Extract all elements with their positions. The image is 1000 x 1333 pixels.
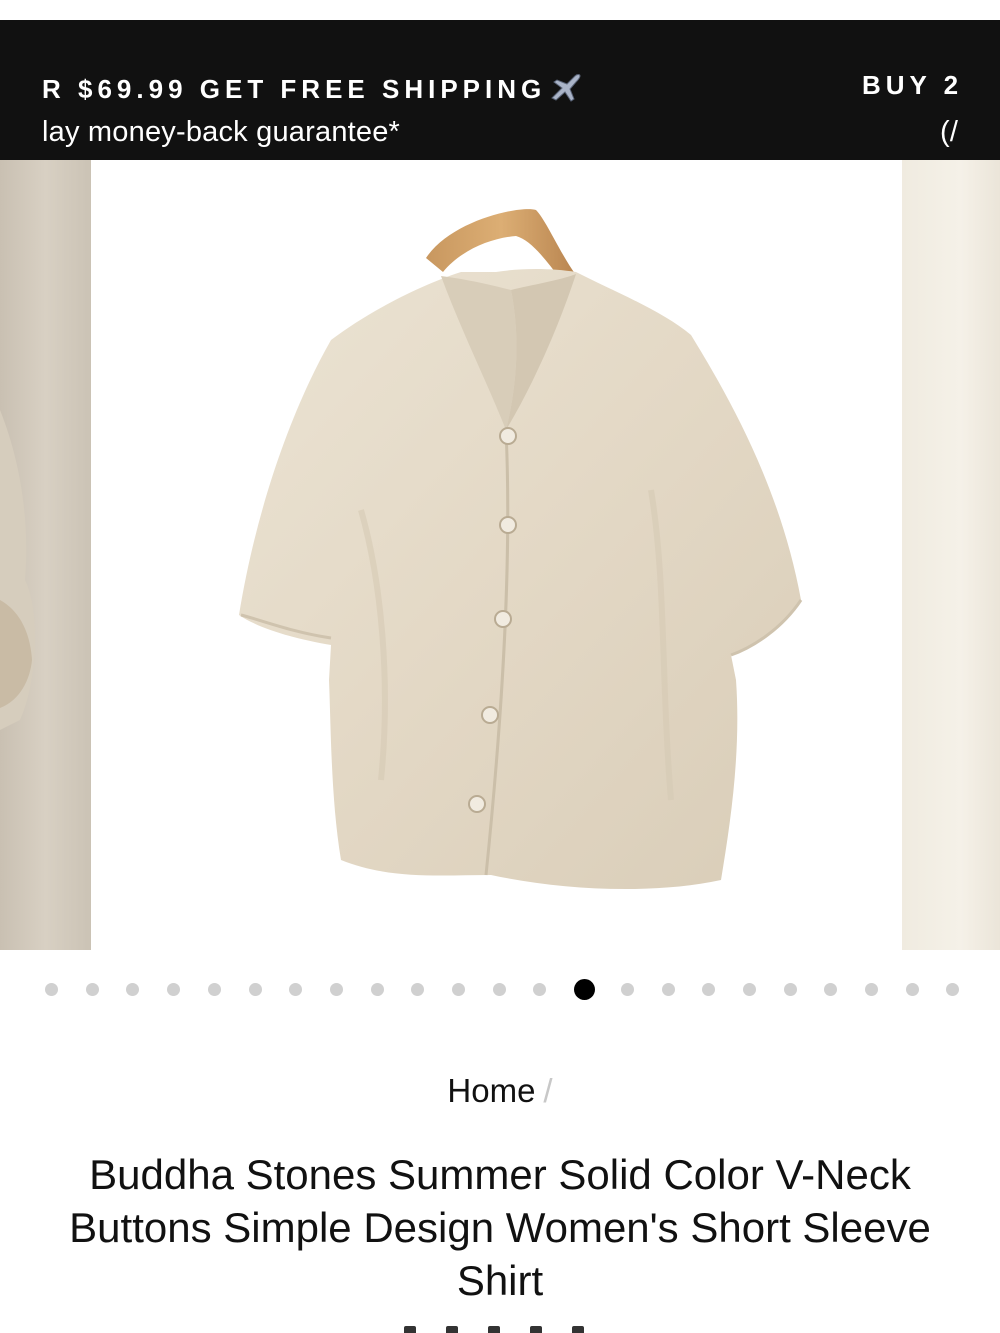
announcement-bar: R $69.99 GET FREE SHIPPING BUY 2 lay mon…	[0, 20, 1000, 160]
pagination-dot[interactable]	[824, 983, 837, 996]
pagination-dot[interactable]	[906, 983, 919, 996]
breadcrumb-home-link[interactable]: Home	[447, 1072, 535, 1109]
pagination-dot[interactable]	[249, 983, 262, 996]
pagination-dot[interactable]	[493, 983, 506, 996]
product-image-gallery[interactable]	[0, 160, 1000, 950]
pagination-dot[interactable]	[621, 983, 634, 996]
star-icon	[446, 1326, 458, 1333]
star-icon	[530, 1326, 542, 1333]
gallery-pagination	[0, 978, 1000, 1002]
pagination-dot[interactable]	[411, 983, 424, 996]
pagination-dot[interactable]	[289, 983, 302, 996]
pagination-dot[interactable]	[784, 983, 797, 996]
pagination-dot[interactable]	[662, 983, 675, 996]
previous-slide-image[interactable]	[0, 160, 91, 950]
product-title: Buddha Stones Summer Solid Color V-Neck …	[69, 1151, 931, 1304]
promo-text-next: BUY 2	[862, 70, 964, 100]
promo-text: R $69.99 GET FREE SHIPPING	[42, 70, 584, 109]
guarantee-text-next: (/	[940, 116, 959, 148]
pagination-dot[interactable]	[452, 983, 465, 996]
pagination-dot-active[interactable]	[574, 979, 595, 1000]
guarantee-text: lay money-back guarantee*	[42, 116, 401, 148]
plane-icon	[548, 70, 584, 109]
star-icon	[488, 1326, 500, 1333]
pagination-dot[interactable]	[126, 983, 139, 996]
product-image[interactable]	[91, 160, 902, 950]
rating-stars	[0, 1322, 1000, 1333]
pagination-dot[interactable]	[330, 983, 343, 996]
pagination-dot[interactable]	[208, 983, 221, 996]
pagination-dot[interactable]	[946, 983, 959, 996]
pagination-dot[interactable]	[167, 983, 180, 996]
pagination-dot[interactable]	[743, 983, 756, 996]
star-icon	[572, 1326, 584, 1333]
breadcrumb-separator: /	[543, 1072, 553, 1109]
pagination-dot[interactable]	[86, 983, 99, 996]
breadcrumb: Home /	[0, 1072, 1000, 1110]
next-slide-image[interactable]	[902, 160, 1000, 950]
pagination-dot[interactable]	[702, 983, 715, 996]
pagination-dot[interactable]	[865, 983, 878, 996]
pagination-dot[interactable]	[45, 983, 58, 996]
star-icon	[404, 1326, 416, 1333]
pagination-dot[interactable]	[533, 983, 546, 996]
pagination-dot[interactable]	[371, 983, 384, 996]
